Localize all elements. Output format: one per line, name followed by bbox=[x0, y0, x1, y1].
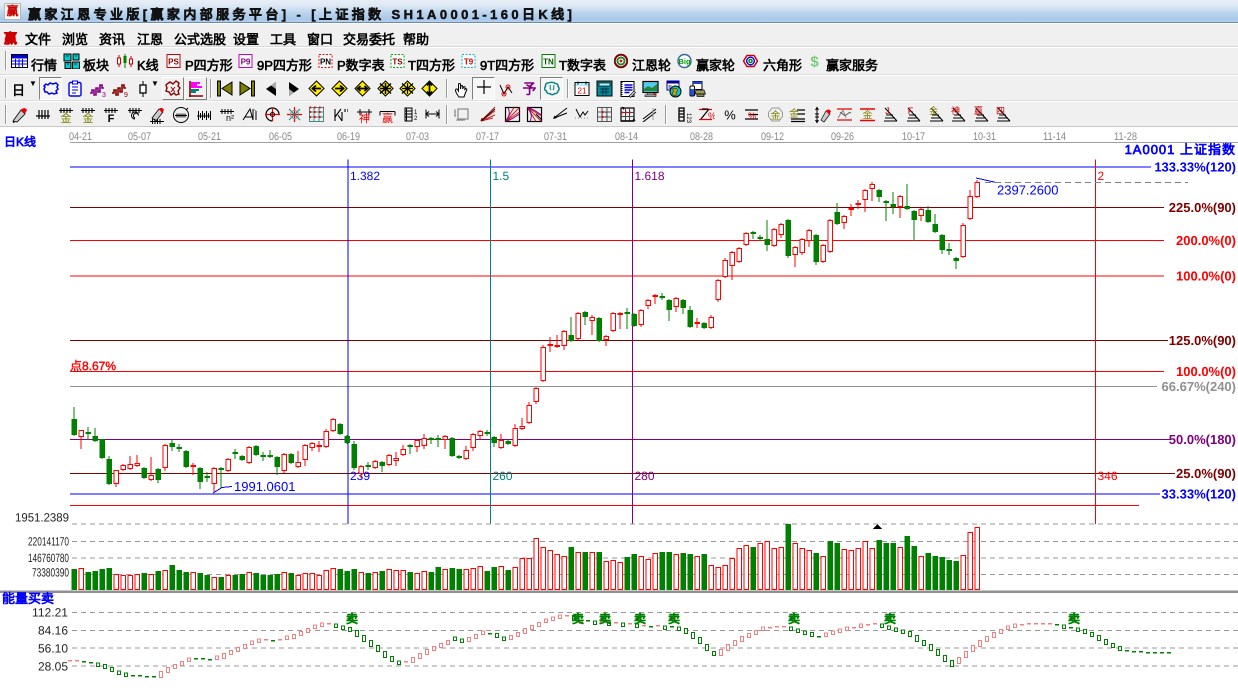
svg-text:100.0%(0): 100.0%(0) bbox=[1176, 364, 1236, 379]
svg-text:$: $ bbox=[810, 54, 819, 70]
svg-text:07-17: 07-17 bbox=[476, 131, 499, 143]
svg-text:卖: 卖 bbox=[668, 612, 680, 626]
svg-text:F: F bbox=[908, 106, 914, 116]
svg-text:11-14: 11-14 bbox=[1043, 131, 1066, 143]
svg-text:73380390: 73380390 bbox=[32, 566, 69, 580]
svg-text:2: 2 bbox=[1098, 169, 1105, 183]
svg-text:25.0%(90): 25.0%(90) bbox=[1176, 466, 1236, 481]
svg-text:卖: 卖 bbox=[788, 612, 800, 626]
svg-text:1951.2389: 1951.2389 bbox=[15, 511, 69, 525]
svg-text:06-19: 06-19 bbox=[337, 131, 360, 143]
svg-text:260: 260 bbox=[493, 469, 513, 483]
svg-text:赢: 赢 bbox=[974, 106, 983, 116]
svg-text:F: F bbox=[108, 113, 115, 123]
svg-text:146760780: 146760780 bbox=[28, 551, 69, 565]
svg-text:卖: 卖 bbox=[572, 612, 584, 626]
svg-text:卖: 卖 bbox=[346, 612, 358, 626]
svg-text:予: 予 bbox=[523, 81, 537, 97]
svg-text:08-28: 08-28 bbox=[690, 131, 713, 143]
svg-text:PS: PS bbox=[168, 58, 179, 67]
svg-text:TN: TN bbox=[543, 58, 554, 67]
svg-text:%: % bbox=[708, 111, 715, 121]
svg-text:1991.0601: 1991.0601 bbox=[234, 479, 295, 494]
svg-text:%: % bbox=[748, 111, 756, 121]
svg-text:28.05: 28.05 bbox=[38, 660, 68, 674]
svg-text:21: 21 bbox=[578, 87, 587, 96]
svg-text:100.0%(0): 100.0%(0) bbox=[1176, 269, 1236, 284]
svg-text:05-21: 05-21 bbox=[198, 131, 221, 143]
svg-text:四: 四 bbox=[996, 106, 1005, 116]
svg-text:225.0%(90): 225.0%(90) bbox=[1169, 200, 1236, 215]
svg-text:07-03: 07-03 bbox=[406, 131, 429, 143]
svg-text:10-31: 10-31 bbox=[973, 131, 996, 143]
svg-text:卖: 卖 bbox=[599, 612, 611, 626]
svg-text:PN: PN bbox=[320, 58, 331, 67]
svg-text:200.0%(0): 200.0%(0) bbox=[1176, 233, 1236, 248]
svg-text:9: 9 bbox=[124, 92, 128, 98]
svg-text:能量买卖: 能量买卖 bbox=[2, 591, 54, 606]
svg-text:06-05: 06-05 bbox=[269, 131, 292, 143]
svg-text:%: % bbox=[724, 108, 736, 123]
svg-text:金: 金 bbox=[61, 111, 72, 123]
svg-text:04-21: 04-21 bbox=[69, 131, 92, 143]
svg-text:09-12: 09-12 bbox=[761, 131, 784, 143]
svg-text:n²: n² bbox=[226, 113, 234, 123]
svg-text:Big: Big bbox=[678, 57, 691, 66]
svg-text:T9: T9 bbox=[464, 58, 474, 67]
svg-text:P9: P9 bbox=[241, 58, 251, 67]
svg-text:卖: 卖 bbox=[884, 612, 896, 626]
svg-text:1.618: 1.618 bbox=[635, 169, 665, 183]
svg-text:05-07: 05-07 bbox=[128, 131, 151, 143]
svg-text:2: 2 bbox=[414, 116, 418, 122]
svg-text:卖: 卖 bbox=[1068, 612, 1080, 626]
svg-text:金: 金 bbox=[789, 107, 799, 120]
svg-text:07-31: 07-31 bbox=[544, 131, 567, 143]
svg-text:346: 346 bbox=[1098, 469, 1118, 483]
svg-text:10-17: 10-17 bbox=[902, 131, 925, 143]
svg-text:金: 金 bbox=[863, 109, 873, 122]
svg-text:金: 金 bbox=[929, 106, 938, 116]
svg-text:125.0%(90): 125.0%(90) bbox=[1169, 333, 1236, 348]
svg-text:84.16: 84.16 bbox=[38, 624, 68, 638]
svg-text:金: 金 bbox=[771, 109, 781, 122]
svg-text:J: J bbox=[885, 106, 890, 116]
svg-text:点8.67%: 点8.67% bbox=[70, 359, 116, 373]
svg-text:日K线: 日K线 bbox=[4, 135, 36, 149]
svg-text:50.0%(180): 50.0%(180) bbox=[1169, 432, 1236, 447]
svg-text:56.10: 56.10 bbox=[38, 642, 68, 656]
svg-text:神: 神 bbox=[951, 106, 960, 116]
svg-text:卖: 卖 bbox=[634, 612, 646, 626]
svg-text:133.33%(120): 133.33%(120) bbox=[1154, 160, 1236, 175]
svg-text:280: 280 bbox=[635, 469, 655, 483]
svg-text:66.67%(240): 66.67%(240) bbox=[1162, 379, 1236, 394]
svg-text:神: 神 bbox=[359, 111, 370, 124]
svg-text:09-26: 09-26 bbox=[831, 131, 854, 143]
svg-text:220141170: 220141170 bbox=[28, 535, 69, 549]
svg-text:112.21: 112.21 bbox=[32, 606, 68, 620]
svg-text:33.33%(120): 33.33%(120) bbox=[1162, 487, 1236, 502]
svg-text:1A0001 上证指数: 1A0001 上证指数 bbox=[1125, 142, 1236, 157]
svg-text:3: 3 bbox=[102, 92, 106, 98]
svg-text:TS: TS bbox=[392, 58, 403, 67]
svg-text:123: 123 bbox=[685, 113, 691, 123]
svg-text:赢: 赢 bbox=[382, 111, 393, 124]
svg-text:08-14: 08-14 bbox=[615, 131, 638, 143]
svg-text:1.382: 1.382 bbox=[350, 169, 380, 183]
svg-text:金: 金 bbox=[83, 111, 94, 123]
svg-text:1.5: 1.5 bbox=[493, 169, 510, 183]
svg-text:2397.2600: 2397.2600 bbox=[997, 183, 1058, 198]
